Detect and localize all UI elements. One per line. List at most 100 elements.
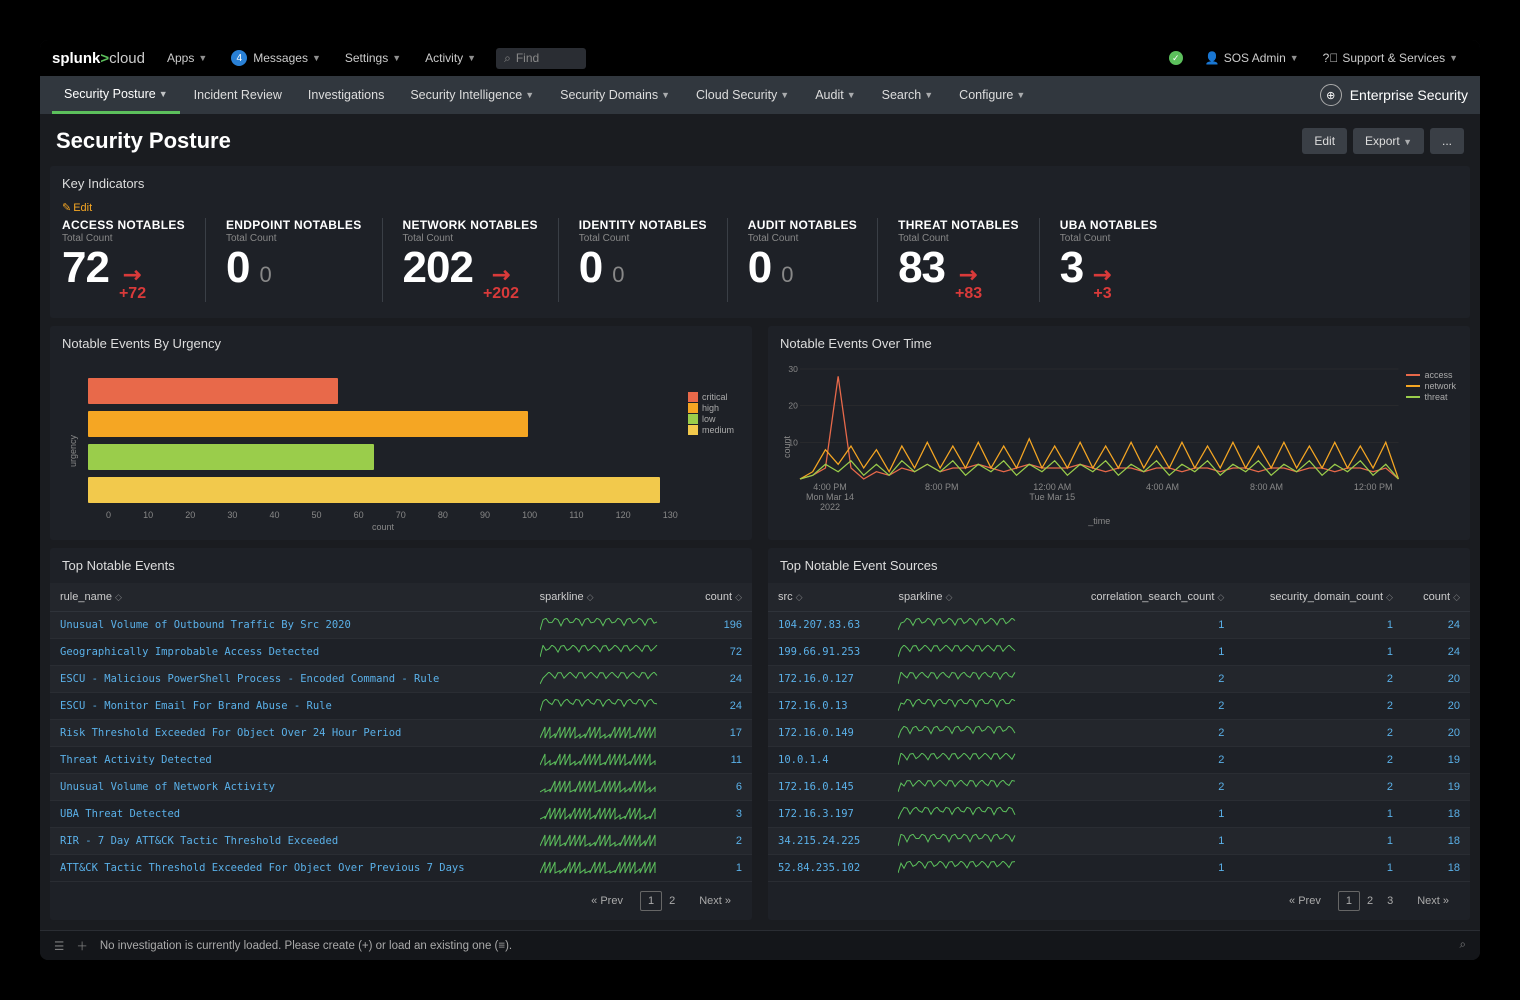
count-cell: 3 <box>688 801 752 828</box>
activity-menu[interactable]: Activity▼ <box>415 40 486 76</box>
nav-configure[interactable]: Configure▼ <box>947 76 1037 114</box>
pager-page[interactable]: 3 <box>1380 892 1400 910</box>
table-row[interactable]: ATT&CK Tactic Threshold Exceeded For Obj… <box>50 855 752 882</box>
nav-investigations[interactable]: Investigations <box>296 76 396 114</box>
pager-next[interactable]: Next » <box>1410 892 1456 910</box>
table-row[interactable]: 172.16.3.1971118 <box>768 801 1470 828</box>
export-button[interactable]: Export ▼ <box>1353 128 1424 154</box>
kpi-threat-notables[interactable]: THREAT NOTABLESTotal Count83↗+83 <box>877 218 1039 302</box>
src-link[interactable]: 104.207.83.63 <box>768 612 888 639</box>
col-rule-name[interactable]: rule_name◇ <box>50 583 530 612</box>
kpi-network-notables[interactable]: NETWORK NOTABLESTotal Count202↗+202 <box>382 218 558 302</box>
table-row[interactable]: Unusual Volume of Network Activity6 <box>50 774 752 801</box>
urgency-bar-chart[interactable]: 0102030405060708090100110120130 count <box>88 371 678 532</box>
list-icon[interactable]: ☰ <box>54 939 64 953</box>
nav-search[interactable]: Search▼ <box>870 76 946 114</box>
src-link[interactable]: 199.66.91.253 <box>768 639 888 666</box>
rule-name-link[interactable]: ESCU - Malicious PowerShell Process - En… <box>50 666 530 693</box>
table-row[interactable]: Unusual Volume of Outbound Traffic By Sr… <box>50 612 752 639</box>
enterprise-security-brand: ⊕ Enterprise Security <box>1320 84 1468 106</box>
table-row[interactable]: 52.84.235.1021118 <box>768 855 1470 882</box>
table-row[interactable]: 104.207.83.631124 <box>768 612 1470 639</box>
bar-critical[interactable] <box>88 378 338 404</box>
kpi-audit-notables[interactable]: AUDIT NOTABLESTotal Count00 <box>727 218 877 302</box>
rule-name-link[interactable]: Threat Activity Detected <box>50 747 530 774</box>
table-row[interactable]: 34.215.24.2251118 <box>768 828 1470 855</box>
table-row[interactable]: 172.16.0.132220 <box>768 693 1470 720</box>
col-count[interactable]: count◇ <box>688 583 752 612</box>
src-link[interactable]: 172.16.3.197 <box>768 801 888 828</box>
src-link[interactable]: 172.16.0.127 <box>768 666 888 693</box>
col-count[interactable]: count◇ <box>1403 583 1470 612</box>
user-menu[interactable]: 👤 SOS Admin▼ <box>1195 40 1309 76</box>
health-status-icon[interactable]: ✓ <box>1169 51 1183 65</box>
nav-security-intelligence[interactable]: Security Intelligence▼ <box>398 76 546 114</box>
rule-name-link[interactable]: Geographically Improbable Access Detecte… <box>50 639 530 666</box>
table-row[interactable]: Geographically Improbable Access Detecte… <box>50 639 752 666</box>
apps-menu[interactable]: Apps▼ <box>157 40 217 76</box>
col-sparkline[interactable]: sparkline◇ <box>530 583 688 612</box>
src-link[interactable]: 52.84.235.102 <box>768 855 888 882</box>
edit-indicators-link[interactable]: ✎Edit <box>50 201 1470 214</box>
nav-cloud-security[interactable]: Cloud Security▼ <box>684 76 801 114</box>
top-notable-sources-panel: Top Notable Event Sources src◇ sparkline… <box>768 548 1470 920</box>
src-link[interactable]: 172.16.0.145 <box>768 774 888 801</box>
kpi-identity-notables[interactable]: IDENTITY NOTABLESTotal Count00 <box>558 218 727 302</box>
src-link[interactable]: 34.215.24.225 <box>768 828 888 855</box>
support-menu[interactable]: ?⃝ Support & Services▼ <box>1313 40 1468 76</box>
overtime-line-chart[interactable]: 102030 <box>800 369 1398 479</box>
pager-page[interactable]: 2 <box>662 892 682 910</box>
more-actions-button[interactable]: ... <box>1430 128 1464 154</box>
kpi-uba-notables[interactable]: UBA NOTABLESTotal Count3↗+3 <box>1039 218 1178 302</box>
table-row[interactable]: ESCU - Monitor Email For Brand Abuse - R… <box>50 693 752 720</box>
magnify-icon[interactable]: ⌕ <box>1460 939 1466 952</box>
table-row[interactable]: 199.66.91.2531124 <box>768 639 1470 666</box>
nav-security-posture[interactable]: Security Posture▼ <box>52 76 180 114</box>
rule-name-link[interactable]: Unusual Volume of Network Activity <box>50 774 530 801</box>
table-row[interactable]: RIR - 7 Day ATT&CK Tactic Threshold Exce… <box>50 828 752 855</box>
rule-name-link[interactable]: ATT&CK Tactic Threshold Exceeded For Obj… <box>50 855 530 882</box>
table-row[interactable]: 172.16.0.1452219 <box>768 774 1470 801</box>
global-search[interactable]: ⌕ Find <box>496 48 586 69</box>
help-icon: ?⃝ <box>1323 51 1339 65</box>
table-row[interactable]: Threat Activity Detected11 <box>50 747 752 774</box>
rule-name-link[interactable]: RIR - 7 Day ATT&CK Tactic Threshold Exce… <box>50 828 530 855</box>
nav-security-domains[interactable]: Security Domains▼ <box>548 76 682 114</box>
pager-next[interactable]: Next » <box>692 892 738 910</box>
rule-name-link[interactable]: Risk Threshold Exceeded For Object Over … <box>50 720 530 747</box>
col-src[interactable]: src◇ <box>768 583 888 612</box>
pager-page[interactable]: 1 <box>640 891 662 911</box>
nav-incident-review[interactable]: Incident Review <box>182 76 294 114</box>
col-csc[interactable]: correlation_search_count◇ <box>1053 583 1234 612</box>
pager-page[interactable]: 2 <box>1360 892 1380 910</box>
sparkline-cell <box>888 720 1053 747</box>
bar-high[interactable] <box>88 411 528 437</box>
add-icon[interactable]: ＋ <box>76 938 88 954</box>
pager-prev[interactable]: « Prev <box>584 892 630 910</box>
bar-low[interactable] <box>88 444 374 470</box>
edit-button[interactable]: Edit <box>1302 128 1347 154</box>
pager-page[interactable]: 1 <box>1338 891 1360 911</box>
kpi-access-notables[interactable]: ACCESS NOTABLESTotal Count72↗+72 <box>62 218 205 302</box>
src-link[interactable]: 10.0.1.4 <box>768 747 888 774</box>
settings-menu[interactable]: Settings▼ <box>335 40 411 76</box>
rule-name-link[interactable]: ESCU - Monitor Email For Brand Abuse - R… <box>50 693 530 720</box>
nav-audit[interactable]: Audit▼ <box>803 76 867 114</box>
col-sdc[interactable]: security_domain_count◇ <box>1234 583 1403 612</box>
kpi-endpoint-notables[interactable]: ENDPOINT NOTABLESTotal Count00 <box>205 218 382 302</box>
src-link[interactable]: 172.16.0.149 <box>768 720 888 747</box>
pager-prev[interactable]: « Prev <box>1282 892 1328 910</box>
table-row[interactable]: Risk Threshold Exceeded For Object Over … <box>50 720 752 747</box>
table-row[interactable]: ESCU - Malicious PowerShell Process - En… <box>50 666 752 693</box>
src-link[interactable]: 172.16.0.13 <box>768 693 888 720</box>
col-sparkline[interactable]: sparkline◇ <box>888 583 1053 612</box>
table-row[interactable]: 172.16.0.1492220 <box>768 720 1470 747</box>
table-row[interactable]: 10.0.1.42219 <box>768 747 1470 774</box>
table-row[interactable]: UBA Threat Detected 3 <box>50 801 752 828</box>
sparkline-cell <box>888 693 1053 720</box>
bar-medium[interactable] <box>88 477 660 503</box>
messages-menu[interactable]: 4 Messages▼ <box>221 40 331 76</box>
rule-name-link[interactable]: UBA Threat Detected <box>50 801 530 828</box>
table-row[interactable]: 172.16.0.1272220 <box>768 666 1470 693</box>
rule-name-link[interactable]: Unusual Volume of Outbound Traffic By Sr… <box>50 612 530 639</box>
